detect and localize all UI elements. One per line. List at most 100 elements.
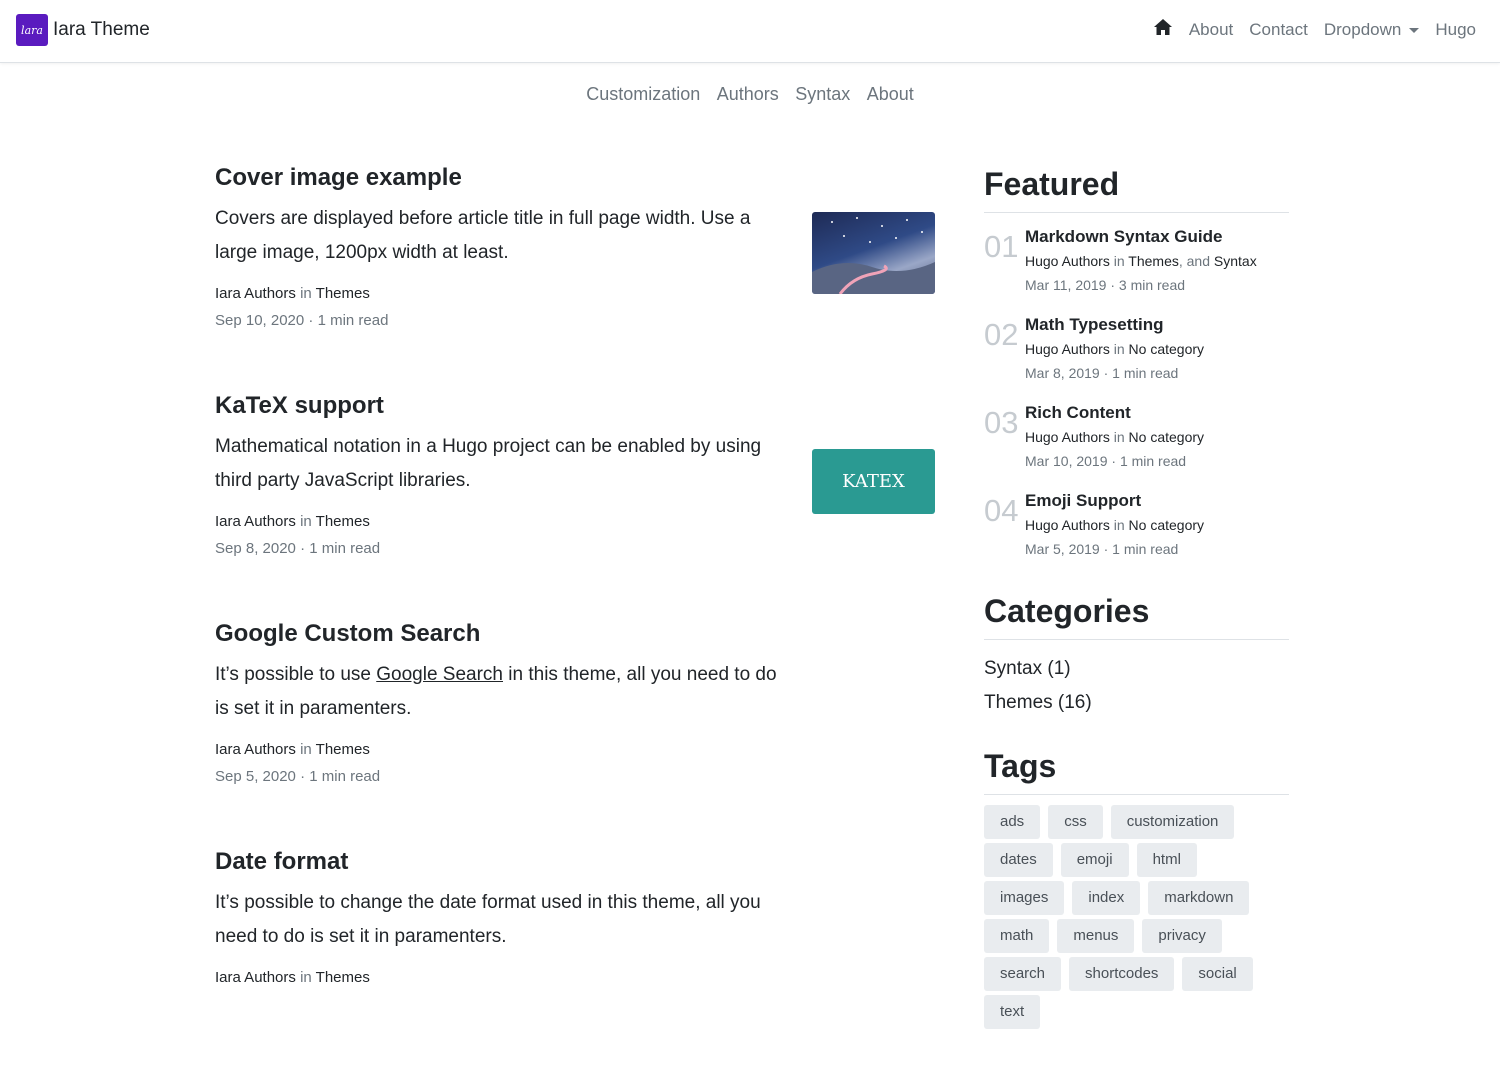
featured-category[interactable]: No category xyxy=(1129,429,1204,445)
post-title[interactable]: Date format xyxy=(215,844,935,880)
featured-title[interactable]: Rich Content xyxy=(1025,401,1204,425)
featured-category[interactable]: No category xyxy=(1129,517,1204,533)
category-link[interactable]: Themes (16) xyxy=(984,686,1289,720)
tag-link[interactable]: images xyxy=(984,881,1065,915)
tag-link[interactable]: markdown xyxy=(1148,881,1250,915)
subnav-customization[interactable]: Customization xyxy=(586,84,700,104)
post-meta: Iara Authors in Themes Sep 8, 2020 · 1 m… xyxy=(215,508,935,562)
post-excerpt: Covers are displayed before article titl… xyxy=(215,208,751,263)
post-item: Date format It’s possible to change the … xyxy=(215,844,935,1072)
post-author[interactable]: Iara Authors xyxy=(215,741,296,758)
featured-item: 02 Math Typesetting Hugo Authors in No c… xyxy=(984,307,1289,395)
featured-heading: Featured xyxy=(984,160,1289,213)
tag-link[interactable]: text xyxy=(984,995,1041,1029)
featured-number: 02 xyxy=(984,317,1019,352)
featured-category[interactable]: Syntax xyxy=(1214,253,1257,269)
post-date: Sep 8, 2020 · 1 min read xyxy=(215,540,381,557)
post-meta: Iara Authors in Themes Sep 5, 2020 · 1 m… xyxy=(215,736,935,790)
featured-author[interactable]: Hugo Authors xyxy=(1025,253,1110,269)
featured-category[interactable]: No category xyxy=(1129,341,1204,357)
subnav-authors[interactable]: Authors xyxy=(717,84,779,104)
top-nav: About Contact Dropdown Hugo xyxy=(1137,18,1476,41)
featured-date: Mar 11, 2019 · 3 min read xyxy=(1025,277,1186,293)
post-excerpt: It’s possible to change the date format … xyxy=(215,892,761,947)
post-author[interactable]: Iara Authors xyxy=(215,285,296,302)
post-date: Sep 5, 2020 · 1 min read xyxy=(215,768,381,785)
post-category[interactable]: Themes xyxy=(316,285,370,302)
post-excerpt: It’s possible to use Google Search in th… xyxy=(215,658,795,726)
secondary-nav: Customization Authors Syntax About xyxy=(0,84,1500,105)
excerpt-text: It’s possible to use xyxy=(215,664,377,685)
tag-link[interactable]: math xyxy=(984,919,1050,953)
home-icon xyxy=(1153,19,1172,35)
post-category[interactable]: Themes xyxy=(316,741,370,758)
post-in: in xyxy=(300,513,312,530)
post-title[interactable]: KaTeX support xyxy=(215,388,935,424)
post-category[interactable]: Themes xyxy=(316,513,370,530)
katex-thumbnail[interactable]: KATEX xyxy=(812,449,935,514)
post-author[interactable]: Iara Authors xyxy=(215,969,296,986)
featured-title[interactable]: Markdown Syntax Guide xyxy=(1025,225,1257,249)
brand-logo: lara xyxy=(16,14,48,46)
brand-name: Iara Theme xyxy=(53,19,150,40)
category-link[interactable]: Syntax (1) xyxy=(984,652,1289,686)
tags-heading: Tags xyxy=(984,742,1289,795)
post-author[interactable]: Iara Authors xyxy=(215,513,296,530)
home-link[interactable] xyxy=(1153,18,1173,41)
featured-author[interactable]: Hugo Authors xyxy=(1025,341,1110,357)
featured-author[interactable]: Hugo Authors xyxy=(1025,517,1110,533)
post-in: in xyxy=(300,969,312,986)
tag-link[interactable]: search xyxy=(984,957,1062,991)
tag-link[interactable]: html xyxy=(1136,843,1197,877)
subnav-syntax[interactable]: Syntax xyxy=(795,84,850,104)
tag-link[interactable]: privacy xyxy=(1142,919,1222,953)
cover-thumbnail[interactable] xyxy=(812,212,935,294)
post-category[interactable]: Themes xyxy=(316,969,370,986)
post-title[interactable]: Google Custom Search xyxy=(215,616,935,652)
top-navbar: lara Iara Theme About Contact Dropdown H… xyxy=(0,0,1500,63)
post-list: Cover image example Covers are displayed… xyxy=(215,160,935,1072)
featured-number: 01 xyxy=(984,229,1019,264)
featured-item: 04 Emoji Support Hugo Authors in No cate… xyxy=(984,483,1289,571)
featured-in: in xyxy=(1113,253,1125,269)
featured-author[interactable]: Hugo Authors xyxy=(1025,429,1110,445)
featured-date: Mar 8, 2019 · 1 min read xyxy=(1025,365,1179,381)
post-date: Sep 10, 2020 · 1 min read xyxy=(215,312,389,329)
tag-link[interactable]: customization xyxy=(1110,805,1235,839)
featured-item: 03 Rich Content Hugo Authors in No categ… xyxy=(984,395,1289,483)
featured-title[interactable]: Emoji Support xyxy=(1025,489,1204,513)
featured-category[interactable]: Themes xyxy=(1128,253,1179,269)
post-excerpt: Mathematical notation in a Hugo project … xyxy=(215,436,762,491)
tag-link[interactable]: css xyxy=(1048,805,1103,839)
nav-hugo-link[interactable]: Hugo xyxy=(1435,20,1476,40)
categories-heading: Categories xyxy=(984,587,1289,640)
tag-cloud: ads css customization dates emoji html i… xyxy=(984,805,1289,1033)
post-in: in xyxy=(300,285,312,302)
dropdown-label: Dropdown xyxy=(1323,19,1402,39)
featured-date: Mar 5, 2019 · 1 min read xyxy=(1025,541,1179,557)
tag-link[interactable]: shortcodes xyxy=(1069,957,1175,991)
nav-contact-link[interactable]: Contact xyxy=(1249,20,1308,40)
featured-item: 01 Markdown Syntax Guide Hugo Authors in… xyxy=(984,219,1289,307)
google-search-link[interactable]: Google Search xyxy=(376,664,503,685)
tag-link[interactable]: ads xyxy=(984,805,1041,839)
nav-dropdown-toggle[interactable]: Dropdown xyxy=(1324,20,1420,40)
post-title[interactable]: Cover image example xyxy=(215,160,935,196)
sidebar: Featured 01 Markdown Syntax Guide Hugo A… xyxy=(984,160,1289,1033)
featured-number: 03 xyxy=(984,405,1019,440)
tag-link[interactable]: menus xyxy=(1057,919,1135,953)
tag-link[interactable]: social xyxy=(1182,957,1253,991)
featured-in: in xyxy=(1113,341,1125,357)
caret-down-icon xyxy=(1409,27,1420,33)
subnav-about[interactable]: About xyxy=(867,84,914,104)
featured-in: in xyxy=(1113,517,1125,533)
featured-date: Mar 10, 2019 · 1 min read xyxy=(1025,453,1187,469)
tag-link[interactable]: emoji xyxy=(1060,843,1129,877)
tag-link[interactable]: dates xyxy=(984,843,1053,877)
featured-number: 04 xyxy=(984,493,1019,528)
brand-link[interactable]: lara Iara Theme xyxy=(16,14,150,46)
nav-about-link[interactable]: About xyxy=(1189,20,1233,40)
featured-and: , and xyxy=(1178,253,1210,269)
featured-title[interactable]: Math Typesetting xyxy=(1025,313,1204,337)
tag-link[interactable]: index xyxy=(1072,881,1141,915)
